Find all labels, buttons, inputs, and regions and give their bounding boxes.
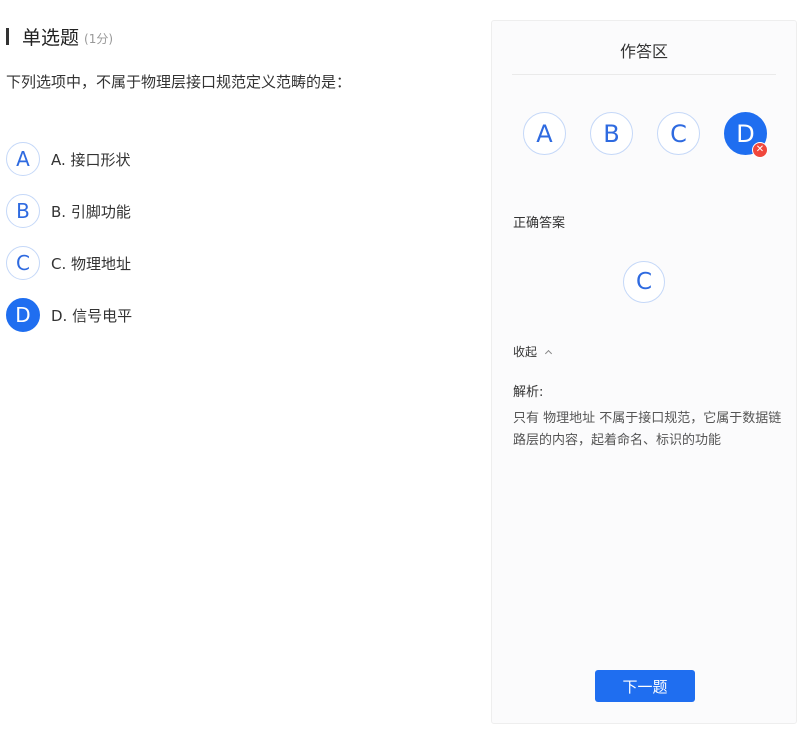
collapse-toggle[interactable]: 收起 [513, 343, 553, 360]
chevron-up-icon [544, 349, 553, 357]
option-d[interactable]: D D. 信号电平 [6, 298, 132, 332]
header-accent-bar [6, 27, 9, 45]
next-question-button[interactable]: 下一题 [595, 670, 695, 702]
answer-choice-row: A B C D ✕ [523, 112, 768, 158]
answer-choice-d-letter: D [736, 119, 755, 148]
answer-choice-d[interactable]: D ✕ [724, 112, 768, 158]
answer-choice-b[interactable]: B [590, 112, 633, 155]
option-a-text: A. 接口形状 [51, 150, 131, 169]
answer-panel: 作答区 A B C D ✕ 正确答案 C 收起 解析: 只有 物理地址 不属于接… [491, 20, 797, 724]
option-list: A A. 接口形状 B B. 引脚功能 C C. 物理地址 D D. 信号电平 [6, 142, 132, 350]
option-b-circle[interactable]: B [6, 194, 40, 228]
question-score: (1分) [84, 31, 114, 46]
panel-title: 作答区 [619, 42, 668, 61]
option-c[interactable]: C C. 物理地址 [6, 246, 132, 280]
question-type: 单选题 [22, 26, 80, 49]
option-a[interactable]: A A. 接口形状 [6, 142, 132, 176]
question-stem: 下列选项中，不属于物理层接口规范定义范畴的是： [6, 73, 352, 91]
option-a-circle[interactable]: A [6, 142, 40, 176]
answer-choice-c[interactable]: C [657, 112, 700, 155]
correct-answer-label: 正确答案 [513, 216, 566, 231]
option-c-text: C. 物理地址 [51, 254, 132, 273]
quiz-page: 单选题 (1分) 下列选项中，不属于物理层接口规范定义范畴的是： A A. 接口… [0, 0, 804, 730]
option-b-text: B. 引脚功能 [51, 202, 131, 221]
analysis-label: 解析: [513, 385, 544, 400]
wrong-answer-icon: ✕ [752, 142, 768, 158]
question-area: 单选题 (1分) 下列选项中，不属于物理层接口规范定义范畴的是： A A. 接口… [0, 0, 480, 730]
option-d-text: D. 信号电平 [51, 306, 133, 325]
correct-answer-circle: C [623, 261, 665, 303]
option-c-circle[interactable]: C [6, 246, 40, 280]
panel-divider [512, 74, 776, 75]
collapse-label: 收起 [513, 345, 538, 359]
analysis-text: 只有 物理地址 不属于接口规范，它属于数据链路层的内容，起着命名、标识的功能 [513, 411, 782, 448]
option-d-circle[interactable]: D [6, 298, 40, 332]
answer-choice-a[interactable]: A [523, 112, 566, 155]
question-header: 单选题 (1分) [6, 22, 113, 50]
option-b[interactable]: B B. 引脚功能 [6, 194, 132, 228]
